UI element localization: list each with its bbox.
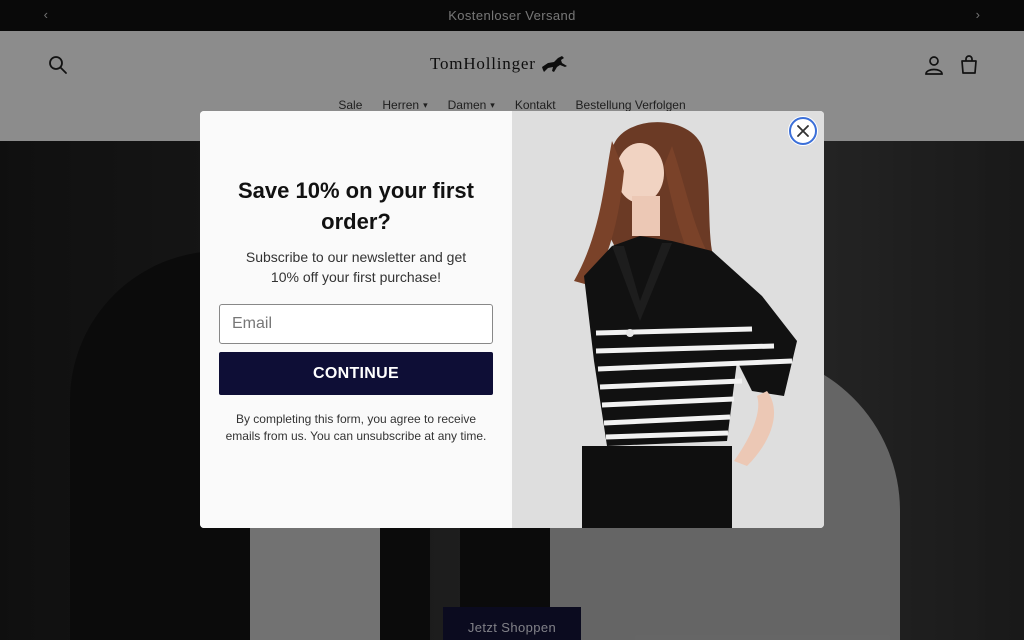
close-icon[interactable]	[789, 117, 817, 145]
popup-subtitle: Subscribe to our newsletter and get 10% …	[245, 249, 467, 285]
continue-button[interactable]: CONTINUE	[219, 352, 493, 395]
email-field[interactable]	[219, 304, 493, 344]
popup-title: Save 10% on your first order?	[238, 178, 474, 234]
popup-form-panel: Save 10% on your first order? Subscribe …	[200, 111, 512, 528]
model-image	[512, 111, 824, 528]
popup-legal-text: By completing this form, you agree to re…	[225, 412, 487, 443]
newsletter-popup: Save 10% on your first order? Subscribe …	[200, 111, 824, 528]
popup-image-panel	[512, 111, 824, 528]
